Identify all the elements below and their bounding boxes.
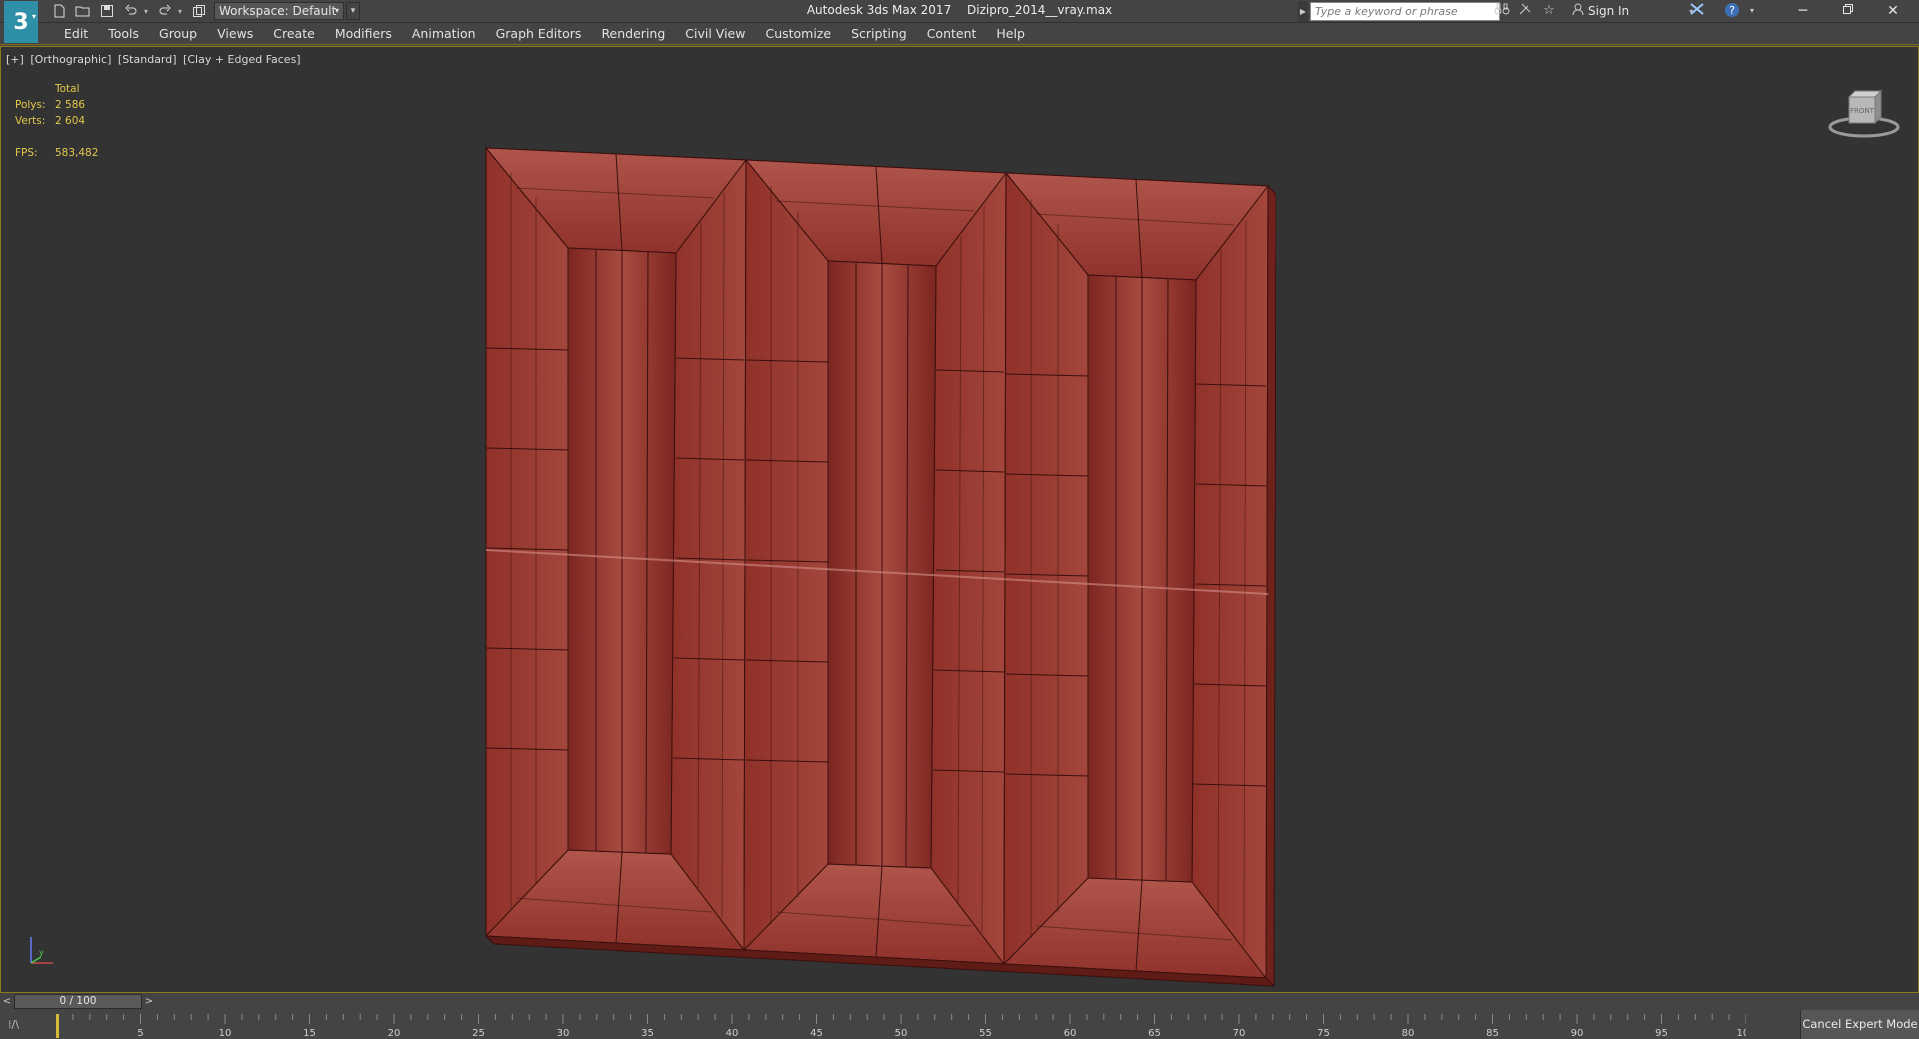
close-icon[interactable]: ✕ bbox=[1871, 0, 1915, 22]
viewport-statistics: Total Polys: 2 586 Verts: 2 604 FPS: 583,48… bbox=[15, 83, 115, 163]
tools-icon[interactable] bbox=[1515, 2, 1535, 20]
stats-polys-label: Polys: bbox=[15, 99, 46, 111]
app-name: Autodesk 3ds Max 2017 bbox=[806, 3, 952, 17]
menu-scripting[interactable]: Scripting bbox=[841, 23, 917, 45]
svg-text:?: ? bbox=[1729, 4, 1735, 17]
timeline-tick-label: 45 bbox=[810, 1028, 823, 1038]
exchange-icon[interactable] bbox=[1687, 2, 1707, 20]
restore-icon[interactable] bbox=[1826, 0, 1870, 22]
search-expand-icon[interactable]: ▶ bbox=[1298, 1, 1308, 22]
menu-group[interactable]: Group bbox=[149, 23, 207, 45]
menu-civil-view[interactable]: Civil View bbox=[675, 23, 755, 45]
star-icon[interactable]: ☆ bbox=[1539, 2, 1559, 20]
search-bar: ▶ bbox=[1298, 1, 1500, 22]
timeline-tick-label: 50 bbox=[895, 1028, 908, 1038]
viewport-menu-button[interactable]: [+] bbox=[6, 53, 24, 66]
stats-verts-label: Verts: bbox=[15, 115, 46, 127]
timeline-tick-label: 95 bbox=[1655, 1028, 1668, 1038]
timeline-tick-label: 20 bbox=[388, 1028, 401, 1038]
timeline-tick-label: 85 bbox=[1486, 1028, 1499, 1038]
sign-in-label: Sign In bbox=[1588, 4, 1630, 18]
timeline-tick-label: 60 bbox=[1064, 1028, 1077, 1038]
viewport-label: [+] [Orthographic] [Standard] [Clay + Ed… bbox=[6, 53, 304, 66]
stats-total-label: Total bbox=[55, 83, 80, 95]
menu-rendering[interactable]: Rendering bbox=[591, 23, 675, 45]
track-bar[interactable]: ⁞/\ 051015202530354045505560657075808590… bbox=[0, 1010, 1919, 1039]
search-input[interactable] bbox=[1310, 2, 1500, 21]
stats-verts-value: 2 604 bbox=[55, 115, 86, 127]
cancel-expert-mode-button[interactable]: Cancel Expert Mode bbox=[1800, 1010, 1919, 1039]
curve-editor-icon[interactable]: ⁞/\ bbox=[8, 1018, 19, 1031]
title-bar: 3 ▾ ▾ ▾ Workspace: Default ▾ ▾ Autodesk … bbox=[0, 0, 1919, 43]
perspective-viewport[interactable]: [+] [Orthographic] [Standard] [Clay + Ed… bbox=[0, 46, 1919, 993]
menu-create[interactable]: Create bbox=[263, 23, 325, 45]
next-frame-button[interactable]: > bbox=[142, 994, 156, 1009]
timeline-tick-label: 70 bbox=[1233, 1028, 1246, 1038]
previous-frame-button[interactable]: < bbox=[0, 994, 14, 1009]
timeline-ruler[interactable]: 0510152025303540455055606570758085909510… bbox=[56, 1014, 1746, 1038]
timeline-tick-label: 30 bbox=[557, 1028, 570, 1038]
viewport-style-button[interactable]: [Clay + Edged Faces] bbox=[183, 53, 301, 66]
timeline-tick-label: 100 bbox=[1736, 1028, 1746, 1038]
time-slider-handle[interactable]: 0 / 100 bbox=[14, 994, 142, 1009]
timeline-tick-label: 75 bbox=[1317, 1028, 1330, 1038]
help-dropdown-icon[interactable]: ▾ bbox=[1742, 2, 1762, 20]
file-name: Dizipro_2014__vray.max bbox=[967, 3, 1113, 17]
menu-customize[interactable]: Customize bbox=[755, 23, 841, 45]
timeline-tick-label: 35 bbox=[641, 1028, 654, 1038]
timeline-tick-label: 65 bbox=[1148, 1028, 1161, 1038]
time-slider: < 0 / 100 > bbox=[0, 993, 1919, 1010]
viewcube-icon[interactable]: FRONT bbox=[1827, 83, 1901, 143]
menu-edit[interactable]: Edit bbox=[54, 23, 98, 45]
panel-module-2 bbox=[742, 158, 1007, 966]
viewport-shading-button[interactable]: [Standard] bbox=[118, 53, 177, 66]
stats-fps-value: 583,482 bbox=[55, 147, 99, 159]
menu-views[interactable]: Views bbox=[207, 23, 263, 45]
minimize-icon[interactable]: ─ bbox=[1781, 0, 1825, 22]
menu-graph-editors[interactable]: Graph Editors bbox=[486, 23, 592, 45]
timeline-tick-label: 15 bbox=[303, 1028, 316, 1038]
stats-polys-value: 2 586 bbox=[55, 99, 86, 111]
timeline-tick-label: 55 bbox=[979, 1028, 992, 1038]
sign-in-button[interactable]: Sign In ▾ bbox=[1572, 2, 1693, 20]
current-frame-marker[interactable] bbox=[56, 1014, 59, 1038]
app-menu-button[interactable]: 3 ▾ bbox=[4, 1, 38, 43]
menu-modifiers[interactable]: Modifiers bbox=[325, 23, 402, 45]
svg-text:y: y bbox=[39, 948, 44, 957]
viewcube-label: FRONT bbox=[1850, 107, 1875, 115]
panel-module-3 bbox=[1002, 171, 1269, 980]
panel-module-1 bbox=[484, 146, 747, 952]
menu-help[interactable]: Help bbox=[986, 23, 1035, 45]
menu-tools[interactable]: Tools bbox=[98, 23, 149, 45]
axis-tripod-icon: y bbox=[30, 937, 53, 964]
panel-side-edge bbox=[1265, 184, 1276, 988]
menu-bar: Edit Tools Group Views Create Modifiers … bbox=[0, 23, 1919, 45]
timeline-tick-label: 90 bbox=[1571, 1028, 1584, 1038]
user-icon bbox=[1572, 3, 1584, 19]
timeline-tick-label: 10 bbox=[219, 1028, 232, 1038]
menu-content[interactable]: Content bbox=[917, 23, 987, 45]
help-icon[interactable]: ? bbox=[1722, 2, 1742, 20]
menu-items: Edit Tools Group Views Create Modifiers … bbox=[54, 23, 1035, 45]
timeline-tick-label: 80 bbox=[1402, 1028, 1415, 1038]
timeline-tick-label: 5 bbox=[137, 1028, 143, 1038]
viewport-view-button[interactable]: [Orthographic] bbox=[30, 53, 111, 66]
binoculars-icon[interactable] bbox=[1492, 2, 1512, 20]
3d-panel-model[interactable] bbox=[476, 98, 1276, 998]
stats-fps-label: FPS: bbox=[15, 147, 38, 159]
chevron-down-icon: ▾ bbox=[31, 12, 36, 21]
timeline-tick-label: 25 bbox=[472, 1028, 485, 1038]
timeline-tick-label: 40 bbox=[726, 1028, 739, 1038]
app-logo-label: 3 bbox=[13, 9, 29, 35]
menu-animation[interactable]: Animation bbox=[402, 23, 486, 45]
